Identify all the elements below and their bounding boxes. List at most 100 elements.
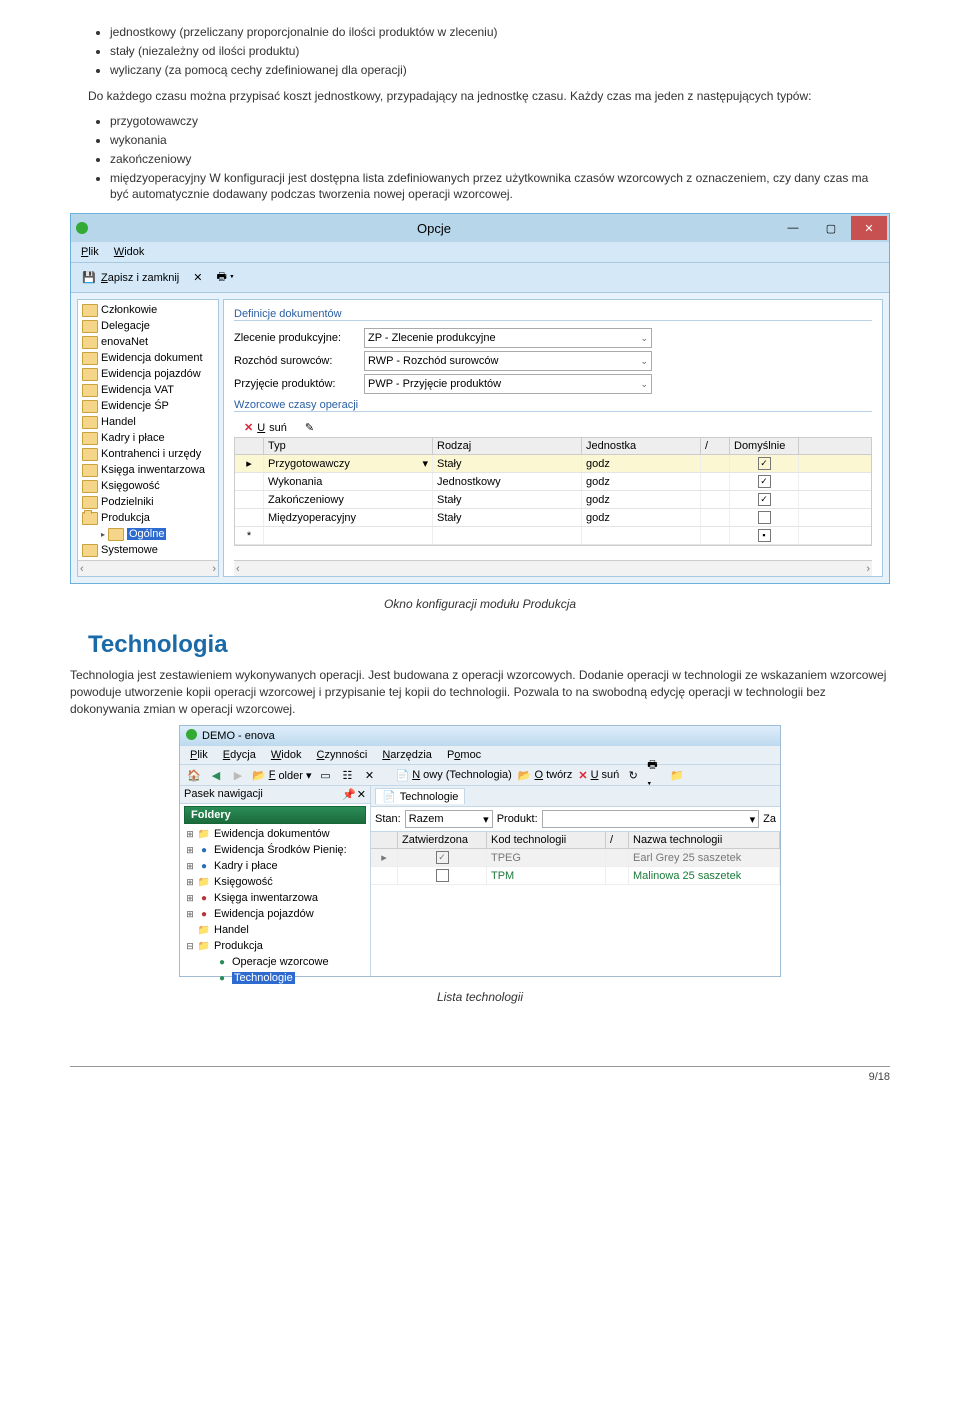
field-label: Zlecenie produkcyjne: [234,332,364,344]
print-icon[interactable]: 🖶 ▾ [647,767,663,783]
col-sort[interactable]: / [701,438,730,454]
menu-plik[interactable]: Plik [81,246,99,258]
close-pane-icon[interactable]: ✕ [357,788,366,801]
tree-item[interactable]: Podzielniki [78,494,218,510]
home-icon[interactable]: 🏠 [186,767,202,783]
produkt-combo[interactable]: ▾ [542,810,760,828]
maximize-button[interactable]: ▢ [813,216,849,240]
tree-item[interactable]: Handel [78,414,218,430]
usun-button[interactable]: ✕ Usuń [578,769,619,782]
window-title: DEMO - enova [202,730,275,742]
menu-plik[interactable]: Plik [190,749,208,761]
tab-technologie[interactable]: 📄Technologie [375,788,465,804]
otworz-button[interactable]: 📂 Otwórz [518,769,573,782]
tree-item[interactable]: ⊞●Ewidencja Środków Pienię: [184,842,366,858]
tree-item[interactable]: ●Operacje wzorcowe [184,954,366,970]
combo[interactable]: RWP - Rozchód surowców⌄ [364,351,652,371]
print-icon[interactable]: 🖶 ▾ [212,267,238,288]
combo[interactable]: PWP - Przyjęcie produktów⌄ [364,374,652,394]
li: wykonania [110,132,890,149]
col-domyslnie[interactable]: Domyślnie [730,438,799,454]
tree-item[interactable]: enovaNet [78,334,218,350]
table-row[interactable]: ▸Przygotowawczy▾Stałygodz✓ [235,455,871,473]
caption-2: Lista technologii [70,989,890,1006]
refresh-icon[interactable]: ↻ [625,767,641,783]
lbl-produkt: Produkt: [497,813,538,825]
titlebar: Opcje — ▢ ✕ [71,214,889,242]
tree-icon[interactable]: ☷ [339,767,355,783]
menu-edycja[interactable]: Edycja [223,749,256,761]
field-label: Przyjęcie produktów: [234,378,364,390]
window-demo-enova: DEMO - enova Plik Edycja Widok Czynności… [179,725,781,977]
minimize-button[interactable]: — [775,216,811,240]
col-nazwa[interactable]: Nazwa technologii [629,832,780,848]
tree-item[interactable]: Księga inwentarzowa [78,462,218,478]
combo[interactable]: ZP - Zlecenie produkcyjne⌄ [364,328,652,348]
back-icon[interactable]: ◀ [208,767,224,783]
paragraph: Do każdego czasu można przypisać koszt j… [88,88,890,105]
grid-technologie: Zatwierdzona Kod technologii / Nazwa tec… [371,832,780,885]
tree-item[interactable]: ▸Ogólne [78,526,218,542]
table-row[interactable]: MiędzyoperacyjnyStałygodz [235,509,871,527]
pin-icon[interactable]: 📌 [342,788,356,801]
menu-widok[interactable]: Widok [271,749,302,761]
col-jednostka[interactable]: Jednostka [582,438,701,454]
tree-item[interactable]: 📁Handel [184,922,366,938]
tree-item[interactable]: ⊞●Ewidencja pojazdów [184,906,366,922]
folder-button[interactable]: 📂 Folder ▾ [252,769,311,782]
close-button[interactable]: ✕ [851,216,887,240]
usun-button[interactable]: ✕ Usuń [240,420,291,435]
tools-icon[interactable]: ✕ [189,270,206,285]
app-icon [186,729,197,743]
table-row[interactable]: WykonaniaJednostkowygodz✓ [235,473,871,491]
tree-item[interactable]: Systemowe [78,542,218,558]
nowy-button[interactable]: 📄 Nowy (Technologia) [395,769,511,782]
lbl-za: Za [763,813,776,825]
col-rodzaj[interactable]: Rodzaj [433,438,582,454]
tree-item[interactable]: Ewidencja dokument [78,350,218,366]
col-kod[interactable]: Kod technologii [487,832,606,848]
tree-item[interactable]: ⊟📁Produkcja [184,938,366,954]
tree-item[interactable]: Delegacje [78,318,218,334]
save-close-button[interactable]: 💾 Zapisz i zamknij [77,269,183,287]
tree-item[interactable]: ⊞📁Księgowość [184,874,366,890]
right-h-scroll[interactable]: ‹› [234,560,872,576]
stan-combo[interactable]: Razem▾ [405,810,493,828]
tree-item[interactable]: ⊞●Księga inwentarzowa [184,890,366,906]
table-row[interactable]: ZakończeniowyStałygodz✓ [235,491,871,509]
tree-item[interactable]: Księgowość [78,478,218,494]
forward-icon[interactable]: ▶ [230,767,246,783]
tree-item[interactable]: ⊞📁Ewidencja dokumentów [184,826,366,842]
li: stały (niezależny od ilości produktu) [110,43,890,60]
titlebar: DEMO - enova [180,726,780,746]
tree-item[interactable]: Kadry i płace [78,430,218,446]
tree-item[interactable]: Produkcja [78,510,218,526]
tree-item[interactable]: Członkowie [78,302,218,318]
edit-icon[interactable]: ✎ [301,420,318,435]
menu-pomoc[interactable]: Pomoc [447,749,481,761]
col-sort[interactable]: / [606,832,629,848]
window-opcje: Opcje — ▢ ✕ Plik Widok 💾 Zapisz i zamkni… [70,213,890,584]
newfolder-icon[interactable]: 📁 [669,767,685,783]
h-scroll[interactable]: ‹› [78,560,218,576]
tree-item[interactable]: Ewidencja VAT [78,382,218,398]
tools-icon[interactable]: ✕ [361,767,377,783]
tree-item[interactable]: ⊞●Kadry i płace [184,858,366,874]
group-definicje: Definicje dokumentów [234,308,872,321]
table-row[interactable]: ▸✓TPEGEarl Grey 25 saszetek [371,849,780,867]
menubar: Plik Widok [71,242,889,263]
tree-item[interactable]: Kontrahenci i urzędy [78,446,218,462]
table-row[interactable]: TPMMalinowa 25 saszetek [371,867,780,885]
menu-widok[interactable]: Widok [114,246,145,258]
foldery-header[interactable]: Foldery [184,806,366,824]
col-typ[interactable]: Typ [264,438,433,454]
tree-item[interactable]: Ewidencje ŚP [78,398,218,414]
menu-narzedzia[interactable]: Narzędzia [382,749,432,761]
tree-item[interactable]: Ewidencja pojazdów [78,366,218,382]
li: jednostkowy (przeliczany proporcjonalnie… [110,24,890,41]
view-icon[interactable]: ▭ [317,767,333,783]
nav-label: Pasek nawigacji [184,788,263,801]
menu-czynnosci[interactable]: Czynności [317,749,368,761]
col-zatwierdzona[interactable]: Zatwierdzona [398,832,487,848]
tree-item[interactable]: ●Technologie [184,970,366,986]
